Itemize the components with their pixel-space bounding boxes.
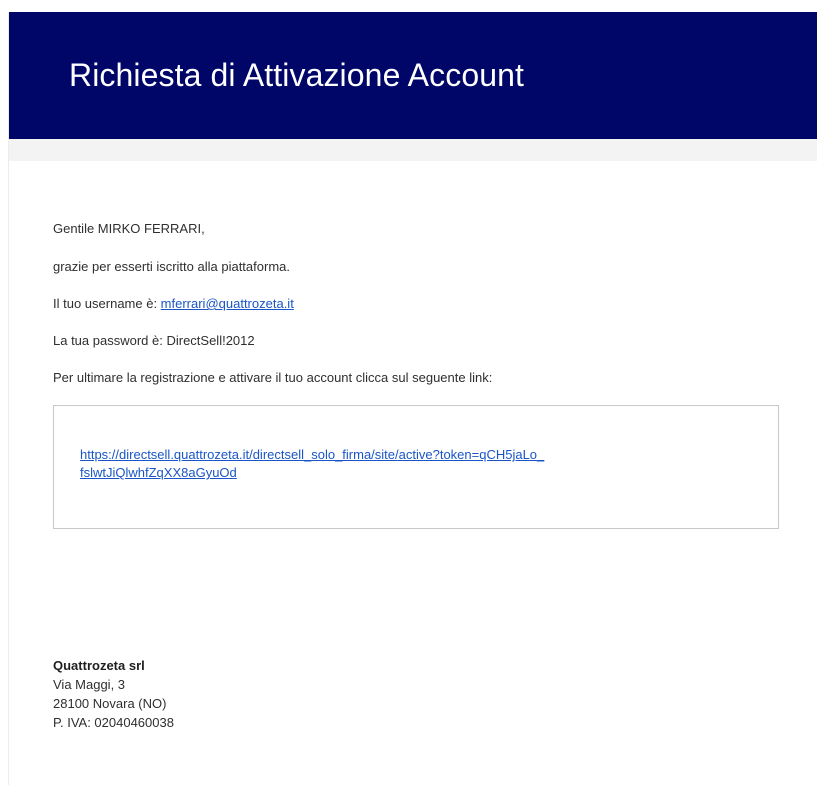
- username-label: Il tuo username è:: [53, 296, 161, 311]
- activation-link-part-1[interactable]: https://directsell.quattrozeta.it/direct…: [80, 447, 544, 462]
- company-footer: Quattrozeta srl Via Maggi, 3 28100 Novar…: [53, 656, 174, 732]
- email-header: Richiesta di Attivazione Account: [9, 12, 817, 139]
- thanks-text: grazie per esserti iscritto alla piattaf…: [53, 259, 290, 274]
- company-address: Via Maggi, 3: [53, 677, 126, 692]
- company-city: 28100 Novara (NO): [53, 696, 167, 711]
- company-vat: P. IVA: 02040460038: [53, 715, 174, 730]
- company-name: Quattrozeta srl: [53, 658, 145, 673]
- email-title: Richiesta di Attivazione Account: [69, 57, 525, 93]
- username-line: Il tuo username è: mferrari@quattrozeta.…: [53, 295, 294, 313]
- email-container: Richiesta di Attivazione Account Gentile…: [8, 12, 817, 785]
- activation-link-part-2[interactable]: fslwtJiQlwhfZqXX8aGyuOd: [80, 465, 237, 480]
- username-email-link[interactable]: mferrari@quattrozeta.it: [161, 296, 294, 311]
- activation-link[interactable]: https://directsell.quattrozeta.it/direct…: [80, 446, 720, 482]
- activation-link-box: https://directsell.quattrozeta.it/direct…: [53, 405, 779, 529]
- password-text: La tua password è: DirectSell!2012: [53, 333, 255, 348]
- greeting-text: Gentile MIRKO FERRARI,: [53, 221, 205, 236]
- instructions-text: Per ultimare la registrazione e attivare…: [53, 370, 493, 385]
- header-separator: [9, 139, 817, 161]
